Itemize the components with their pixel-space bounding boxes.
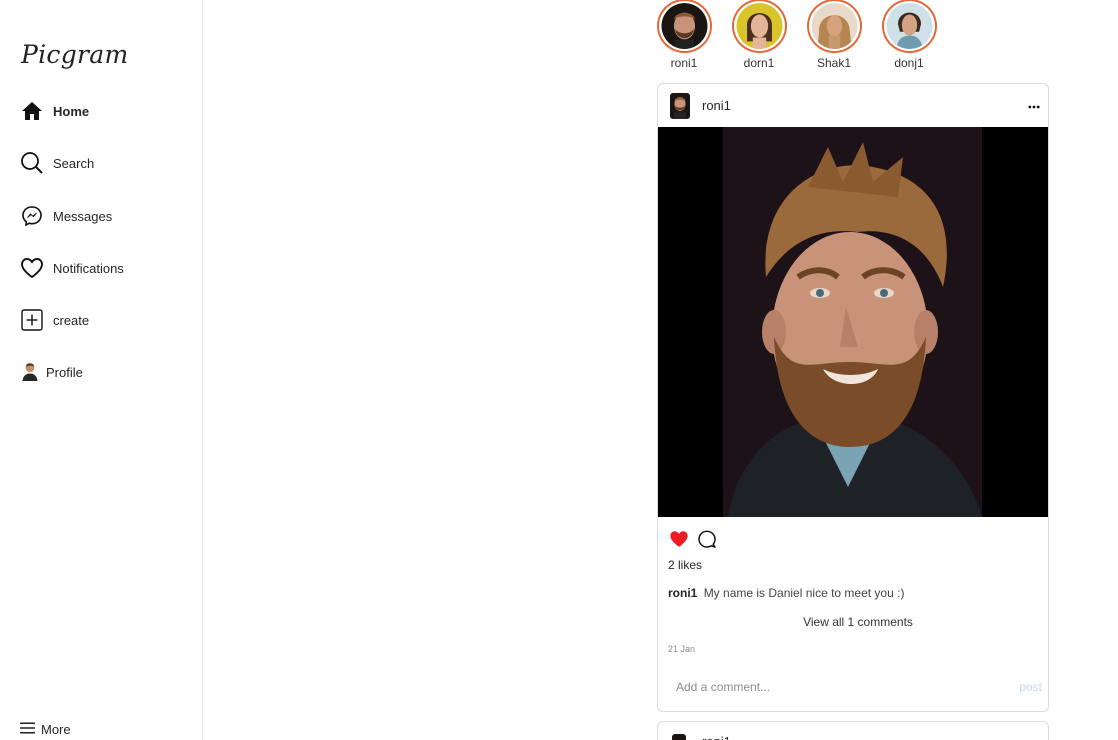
post-photo bbox=[658, 127, 1048, 517]
sidebar-item-label: Messages bbox=[53, 208, 113, 224]
post-image[interactable] bbox=[658, 127, 1048, 517]
story-ring bbox=[806, 0, 862, 53]
caption-username[interactable]: roni1 bbox=[668, 586, 697, 600]
sidebar: Picgram Home Search Messages Notificatio… bbox=[0, 0, 203, 740]
hamburger-icon bbox=[20, 722, 35, 737]
app-root: Picgram Home Search Messages Notificatio… bbox=[0, 0, 1118, 740]
heart-icon bbox=[20, 256, 44, 280]
messenger-icon bbox=[20, 204, 44, 228]
app-logo[interactable]: Picgram bbox=[21, 40, 128, 69]
comment-input[interactable] bbox=[676, 680, 1020, 694]
sidebar-item-messages[interactable]: Messages bbox=[20, 202, 112, 230]
story-ring bbox=[731, 0, 787, 53]
feed-post-next: roni1 bbox=[657, 721, 1049, 740]
sidebar-item-search[interactable]: Search bbox=[20, 149, 94, 177]
sidebar-item-label: Home bbox=[53, 103, 90, 119]
likes-count[interactable]: 2 likes bbox=[658, 558, 1048, 572]
story-item[interactable]: roni1 bbox=[656, 0, 712, 70]
story-username: dorn1 bbox=[743, 56, 775, 70]
story-username: donj1 bbox=[894, 56, 924, 70]
post-username[interactable]: roni1 bbox=[702, 98, 731, 113]
story-item[interactable]: donj1 bbox=[881, 0, 937, 70]
ellipsis-icon[interactable] bbox=[1028, 96, 1040, 112]
story-username: roni1 bbox=[670, 56, 698, 70]
post-comment-button[interactable]: post bbox=[1019, 680, 1042, 694]
sidebar-item-home[interactable]: Home bbox=[20, 97, 89, 125]
post-actions bbox=[658, 517, 1048, 555]
profile-avatar bbox=[20, 360, 40, 384]
sidebar-item-label: Notifications bbox=[53, 260, 124, 276]
story-avatar bbox=[886, 3, 932, 49]
comment-icon[interactable] bbox=[698, 530, 716, 553]
more-label: More bbox=[41, 722, 71, 737]
sidebar-item-label: create bbox=[53, 312, 90, 328]
story-username: Shak1 bbox=[816, 56, 852, 70]
like-heart-icon[interactable] bbox=[669, 530, 689, 553]
story-item[interactable]: Shak1 bbox=[806, 0, 862, 70]
more-menu-button[interactable]: More bbox=[20, 722, 71, 737]
sidebar-item-notifications[interactable]: Notifications bbox=[20, 254, 124, 282]
search-icon bbox=[20, 151, 44, 175]
sidebar-item-label: Search bbox=[53, 155, 95, 171]
story-avatar bbox=[811, 3, 857, 49]
sidebar-item-profile[interactable]: Profile bbox=[20, 358, 83, 386]
view-comments-link[interactable]: View all 1 comments bbox=[658, 615, 1048, 629]
feed-post: roni1 2 likes roni1 My name is Daniel ni… bbox=[657, 83, 1049, 712]
story-ring bbox=[656, 0, 712, 53]
post-author-avatar[interactable] bbox=[672, 734, 686, 740]
story-avatar bbox=[661, 3, 707, 49]
post-header: roni1 bbox=[658, 84, 1048, 127]
stories-bar: roni1 dorn1 Shak1 donj1 bbox=[656, 0, 937, 70]
story-ring bbox=[881, 0, 937, 53]
post-date: 21 Jan bbox=[668, 644, 696, 654]
sidebar-item-label: Profile bbox=[46, 364, 83, 380]
caption-text: My name is Daniel nice to meet you :) bbox=[703, 586, 905, 600]
plus-square-icon bbox=[20, 308, 44, 332]
story-avatar bbox=[736, 3, 782, 49]
post-author-avatar[interactable] bbox=[670, 92, 690, 119]
post-caption: roni1 My name is Daniel nice to meet you… bbox=[658, 586, 1048, 600]
sidebar-item-create[interactable]: create bbox=[20, 306, 89, 334]
home-icon bbox=[20, 99, 44, 123]
post-username[interactable]: roni1 bbox=[702, 734, 731, 740]
comment-row: post bbox=[658, 663, 1048, 711]
story-item[interactable]: dorn1 bbox=[731, 0, 787, 70]
